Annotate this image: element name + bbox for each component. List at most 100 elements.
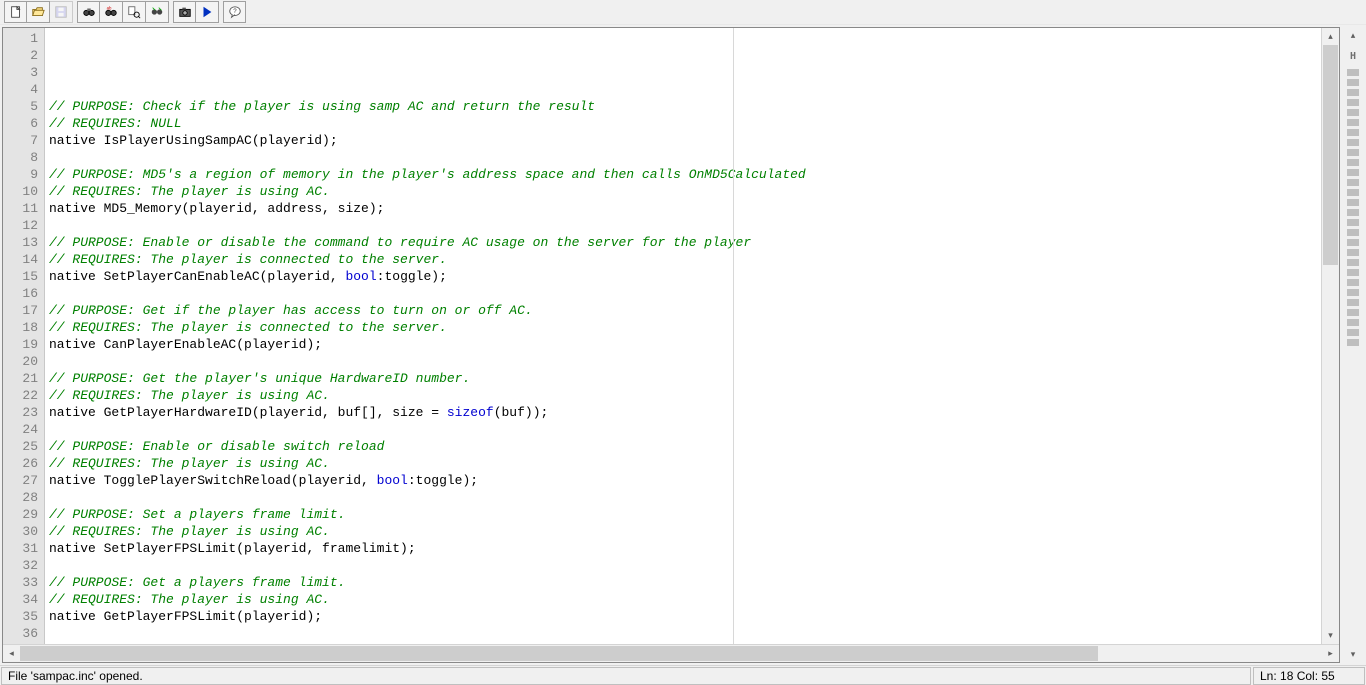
line-number[interactable]: 19: [3, 336, 38, 353]
docmap-mark[interactable]: [1347, 249, 1359, 256]
scroll-right-arrow[interactable]: ▸: [1322, 645, 1339, 662]
docmap-mark[interactable]: [1347, 229, 1359, 236]
docmap-mark[interactable]: [1347, 309, 1359, 316]
vscroll-thumb[interactable]: [1323, 45, 1338, 265]
code-line[interactable]: native GetPlayerFPSLimit(playerid);: [49, 608, 1321, 625]
line-number[interactable]: 5: [3, 98, 38, 115]
line-number[interactable]: 13: [3, 234, 38, 251]
docmap-mark[interactable]: [1347, 109, 1359, 116]
docmap-mark[interactable]: [1347, 179, 1359, 186]
code-line[interactable]: // PURPOSE: Get if the player has access…: [49, 302, 1321, 319]
docmap-mark[interactable]: [1347, 259, 1359, 266]
line-number[interactable]: 30: [3, 523, 38, 540]
line-number[interactable]: 6: [3, 115, 38, 132]
line-number[interactable]: 36: [3, 625, 38, 642]
line-number[interactable]: 20: [3, 353, 38, 370]
docmap-up-arrow[interactable]: ▴: [1342, 27, 1364, 44]
line-number[interactable]: 4: [3, 81, 38, 98]
docmap-mark[interactable]: [1347, 169, 1359, 176]
docmap-mark[interactable]: [1347, 149, 1359, 156]
find-button[interactable]: [77, 1, 100, 23]
code-line[interactable]: // REQUIRES: The player is using AC.: [49, 523, 1321, 540]
code-line[interactable]: // REQUIRES: The player is connected to …: [49, 319, 1321, 336]
run-button[interactable]: [196, 1, 219, 23]
line-number[interactable]: 7: [3, 132, 38, 149]
line-number[interactable]: 1: [3, 30, 38, 47]
code-line[interactable]: // PURPOSE: Enable or disable the comman…: [49, 234, 1321, 251]
vertical-scrollbar[interactable]: ▴ ▾: [1321, 28, 1339, 644]
line-number[interactable]: 35: [3, 608, 38, 625]
line-number[interactable]: 8: [3, 149, 38, 166]
docmap-mark[interactable]: [1347, 129, 1359, 136]
docmap-mark[interactable]: [1347, 139, 1359, 146]
code-line[interactable]: [49, 557, 1321, 574]
docmap-mark[interactable]: [1347, 159, 1359, 166]
line-number[interactable]: 31: [3, 540, 38, 557]
code-area[interactable]: // PURPOSE: Check if the player is using…: [45, 28, 1321, 644]
docmap-mark[interactable]: [1347, 99, 1359, 106]
line-number[interactable]: 29: [3, 506, 38, 523]
line-number[interactable]: 27: [3, 472, 38, 489]
line-number[interactable]: 22: [3, 387, 38, 404]
find-replace-button[interactable]: ab: [100, 1, 123, 23]
line-number[interactable]: 17: [3, 302, 38, 319]
code-line[interactable]: native IsPlayerUsingSampAC(playerid);: [49, 132, 1321, 149]
code-line[interactable]: [49, 353, 1321, 370]
line-number[interactable]: 10: [3, 183, 38, 200]
code-line[interactable]: [49, 489, 1321, 506]
line-number[interactable]: 32: [3, 557, 38, 574]
compile-button[interactable]: [173, 1, 196, 23]
code-line[interactable]: native TogglePlayerSwitchReload(playerid…: [49, 472, 1321, 489]
docmap-mark[interactable]: [1347, 219, 1359, 226]
code-line[interactable]: native MD5_Memory(playerid, address, siz…: [49, 200, 1321, 217]
code-line[interactable]: [49, 149, 1321, 166]
scroll-up-arrow[interactable]: ▴: [1322, 28, 1339, 45]
code-line[interactable]: [49, 81, 1321, 98]
line-number[interactable]: 2: [3, 47, 38, 64]
docmap-down-arrow[interactable]: ▾: [1342, 646, 1364, 663]
docmap-mark[interactable]: [1347, 89, 1359, 96]
line-number[interactable]: 12: [3, 217, 38, 234]
line-number[interactable]: 34: [3, 591, 38, 608]
line-number[interactable]: 16: [3, 285, 38, 302]
docmap-mark[interactable]: [1347, 69, 1359, 76]
horizontal-scrollbar[interactable]: ◂ ▸: [3, 644, 1339, 662]
code-line[interactable]: // PURPOSE: Get a players frame limit.: [49, 574, 1321, 591]
help-button[interactable]: ?: [223, 1, 246, 23]
code-line[interactable]: // PURPOSE: MD5's a region of memory in …: [49, 166, 1321, 183]
code-line[interactable]: // PURPOSE: Get the player's unique Hard…: [49, 370, 1321, 387]
code-line[interactable]: [49, 625, 1321, 642]
vscroll-track[interactable]: [1322, 45, 1339, 627]
docmap-mark[interactable]: [1347, 79, 1359, 86]
docmap-mark[interactable]: [1347, 279, 1359, 286]
line-number[interactable]: 23: [3, 404, 38, 421]
line-number[interactable]: 3: [3, 64, 38, 81]
code-line[interactable]: native CanPlayerEnableAC(playerid);: [49, 336, 1321, 353]
code-line[interactable]: // PURPOSE: Set a players frame limit.: [49, 506, 1321, 523]
line-number[interactable]: 26: [3, 455, 38, 472]
code-line[interactable]: // REQUIRES: The player is using AC.: [49, 387, 1321, 404]
docmap-mark[interactable]: [1347, 329, 1359, 336]
docmap-mark[interactable]: [1347, 199, 1359, 206]
docmap-mark[interactable]: [1347, 319, 1359, 326]
code-line[interactable]: // REQUIRES: The player is connected to …: [49, 251, 1321, 268]
docmap-mark[interactable]: [1347, 239, 1359, 246]
scroll-down-arrow[interactable]: ▾: [1322, 627, 1339, 644]
open-file-button[interactable]: [27, 1, 50, 23]
code-line[interactable]: // PURPOSE: Toggle crouch bug: [49, 642, 1321, 644]
code-line[interactable]: [49, 421, 1321, 438]
docmap-mark[interactable]: [1347, 299, 1359, 306]
new-file-button[interactable]: [4, 1, 27, 23]
docmap-mark[interactable]: [1347, 269, 1359, 276]
docmap-mark[interactable]: [1347, 289, 1359, 296]
line-number[interactable]: 14: [3, 251, 38, 268]
line-number-gutter[interactable]: 1234567891011121314151617181920212223242…: [3, 28, 45, 644]
code-line[interactable]: native GetPlayerHardwareID(playerid, buf…: [49, 404, 1321, 421]
hscroll-thumb[interactable]: [20, 646, 1098, 661]
docmap-mark[interactable]: [1347, 119, 1359, 126]
toggle-bookmark-button[interactable]: [146, 1, 169, 23]
code-line[interactable]: // REQUIRES: The player is using AC.: [49, 591, 1321, 608]
code-line[interactable]: // PURPOSE: Check if the player is using…: [49, 98, 1321, 115]
code-line[interactable]: [49, 285, 1321, 302]
line-number[interactable]: 18: [3, 319, 38, 336]
